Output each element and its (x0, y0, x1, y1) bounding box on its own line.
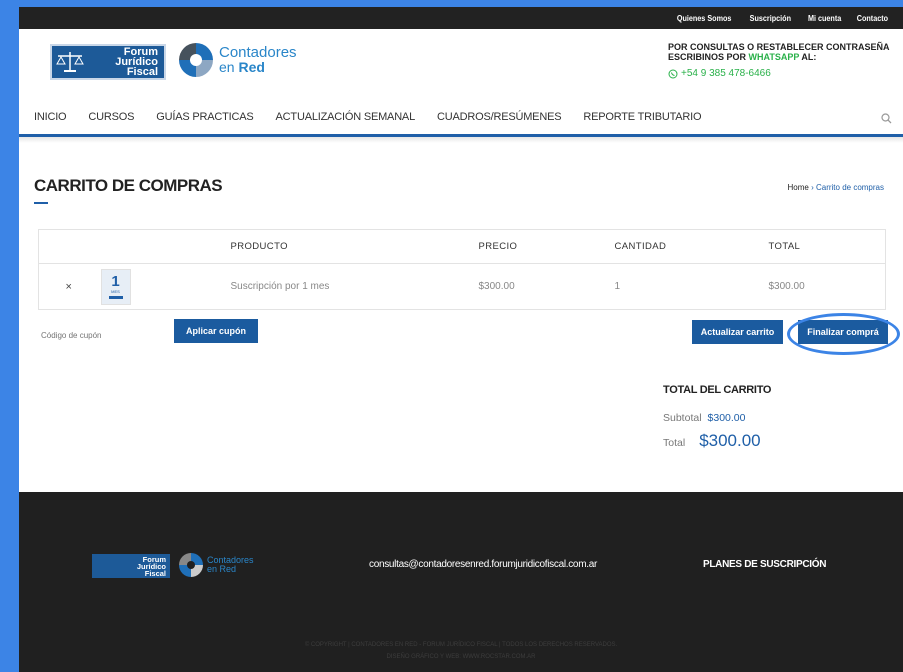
main-nav: INICIO CURSOS GUÍAS PRACTICAS ACTUALIZAC… (19, 99, 903, 137)
subtotal-label: Subtotal (663, 412, 702, 424)
top-bar: Quienes Somos Suscripción Mi cuenta Cont… (19, 7, 903, 29)
nav-item-reporte-tributario[interactable]: REPORTE TRIBUTARIO (583, 111, 701, 123)
nav-item-cursos[interactable]: CURSOS (88, 111, 134, 123)
topbar-link-quienes-somos[interactable]: Quienes Somos (677, 13, 732, 23)
logo-cer-line-1: Contadores (219, 44, 297, 61)
footer-forum-logo[interactable]: Forum Jurídico Fiscal (92, 554, 170, 578)
footer-forum-line-3: Fiscal (144, 568, 166, 578)
title-underline (34, 202, 48, 204)
nav-item-actualizacion-semanal[interactable]: ACTUALIZACIÓN SEMANAL (276, 111, 416, 123)
contact-line-2-post: AL: (799, 52, 817, 62)
product-name-link[interactable]: Suscripción por 1 mes (231, 264, 479, 310)
forum-logo-line-3: Fiscal (126, 66, 158, 78)
product-subtotal: $300.00 (768, 281, 805, 292)
product-thumbnail[interactable]: 1 MES (99, 264, 231, 310)
product-price: $300.00 (478, 281, 515, 292)
contact-line-1: POR CONSULTAS O RESTABLECER CONTRASEÑA (668, 42, 890, 52)
contadores-en-red-logo[interactable]: Contadores en Red (179, 43, 297, 77)
breadcrumb: Home › Carrito de compras (788, 183, 884, 192)
contact-line-2-pre: ESCRIBINOS POR (668, 52, 749, 62)
phone-number: +54 9 385 478-6466 (681, 68, 771, 79)
col-price: PRECIO (478, 229, 615, 264)
forum-logo-text: Forum Jurídico Fiscal (88, 47, 164, 78)
scales-icon (52, 46, 88, 78)
cart-header-row: PRODUCTO PRECIO CANTIDAD TOTAL (38, 229, 886, 264)
breadcrumb-current: Carrito de compras (815, 183, 884, 192)
subtotal-row: Subtotal $300.00 (663, 412, 746, 424)
total-label: Total (663, 437, 686, 449)
design-credit: DISEÑO GRÁFICO Y WEB: WWW.ROCSTAR.COM.AR (386, 654, 536, 660)
nav-item-guias-practicas[interactable]: GUÍAS PRACTICAS (156, 111, 253, 123)
remove-item-button[interactable]: × (39, 264, 99, 310)
page-title: CARRITO DE COMPRAS (34, 176, 223, 195)
thumb-number: 1 (111, 273, 120, 290)
cart-table: PRODUCTO PRECIO CANTIDAD TOTAL × 1 MES S… (38, 229, 886, 310)
site-header: Forum Jurídico Fiscal Contadores en Red … (19, 29, 903, 99)
quantity-field[interactable]: 1 (615, 264, 769, 310)
nav-item-inicio[interactable]: INICIO (34, 111, 67, 123)
col-total: TOTAL (768, 229, 886, 264)
logo-cer-en: en (219, 59, 235, 75)
topbar-link-contacto[interactable]: Contacto (857, 13, 888, 23)
logo-cer-red: Red (238, 59, 265, 75)
browser-page: Quienes Somos Suscripción Mi cuenta Cont… (19, 7, 903, 672)
whatsapp-icon (668, 69, 678, 78)
topbar-link-suscripcion[interactable]: Suscripción (750, 13, 791, 23)
highlight-circle (787, 313, 900, 355)
footer-email-link[interactable]: consultas@contadoresenred.forumjuridicof… (369, 559, 597, 570)
cart-totals-title: TOTAL DEL CARRITO (663, 384, 772, 396)
footer-plans-link[interactable]: PLANES DE SUSCRIPCIÓN (703, 559, 826, 570)
whatsapp-phone-link[interactable]: +54 9 385 478-6466 (668, 68, 890, 79)
total-row: Total $300.00 (663, 431, 761, 451)
site-footer: Forum Jurídico Fiscal Contadores en Red … (19, 492, 903, 672)
breadcrumb-separator: › (808, 183, 816, 192)
total-value: $300.00 (699, 431, 761, 450)
aperture-icon (179, 43, 213, 77)
col-remove (38, 229, 99, 264)
col-product: PRODUCTO (230, 229, 479, 264)
whatsapp-word: WHATSAPP (748, 52, 800, 62)
nav-item-cuadros-resumenes[interactable]: CUADROS/RESÚMENES (437, 111, 562, 123)
topbar-link-mi-cuenta[interactable]: Mi cuenta (808, 13, 841, 23)
col-thumb (98, 229, 231, 264)
coupon-input[interactable] (41, 324, 161, 346)
table-row: × 1 MES Suscripción por 1 mes $300.00 1 … (39, 264, 886, 310)
thumb-label: MES (111, 289, 120, 294)
aperture-icon (179, 553, 203, 577)
nav-shadow (19, 137, 903, 143)
subtotal-value: $300.00 (707, 412, 746, 424)
col-quantity: CANTIDAD (614, 229, 769, 264)
copyright-text: © COPYRIGHT | CONTADORES EN RED - FORUM … (304, 642, 618, 648)
thumb-bar (108, 296, 123, 299)
contact-block: POR CONSULTAS O RESTABLECER CONTRASEÑA E… (668, 42, 890, 79)
update-cart-button[interactable]: Actualizar carrito (692, 320, 783, 344)
breadcrumb-home[interactable]: Home (788, 183, 809, 192)
footer-cer-line-2: en Red (207, 564, 237, 574)
forum-juridico-logo[interactable]: Forum Jurídico Fiscal (50, 44, 166, 80)
footer-contadores-logo[interactable]: Contadores en Red (179, 553, 254, 577)
search-icon[interactable] (881, 111, 892, 129)
apply-coupon-button[interactable]: Aplicar cupón (174, 319, 258, 343)
